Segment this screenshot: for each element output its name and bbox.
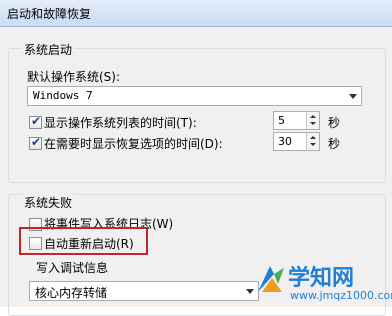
debug-info-value: 核心内存转储 <box>35 286 108 300</box>
show-os-list-unit: 秒 <box>328 116 341 130</box>
check-icon: ✔ <box>31 114 42 128</box>
spin-down-icon <box>310 122 316 125</box>
default-os-dropdown[interactable]: Windows 7 <box>27 86 362 106</box>
show-os-list-value: 5 <box>278 114 285 127</box>
auto-restart-highlight <box>19 227 148 255</box>
default-os-label: 默认操作系统(S): <box>27 70 121 84</box>
spinner-buttons[interactable] <box>306 133 319 150</box>
debug-info-dropdown[interactable]: 核心内存转储 <box>29 281 259 301</box>
watermark-main-text: 学知网 <box>288 266 355 291</box>
system-failure-title: 系统失败 <box>22 194 75 211</box>
show-recovery-value: 30 <box>278 135 292 148</box>
show-recovery-checkbox[interactable]: ✔ <box>29 135 42 150</box>
show-recovery-spinner[interactable]: 30 <box>273 132 320 151</box>
chevron-down-icon <box>349 94 357 99</box>
debug-info-title: 写入调试信息 <box>36 261 109 275</box>
spin-up-icon <box>310 115 316 118</box>
watermark-sub-text: www.jmqz1000.com <box>290 289 392 302</box>
show-os-list-spinner[interactable]: 5 <box>273 111 320 130</box>
watermark: 学知网 www.jmqz1000.com <box>248 258 392 307</box>
logo-icon <box>258 266 284 292</box>
show-recovery-unit: 秒 <box>328 137 341 151</box>
spin-up-icon <box>310 136 316 139</box>
default-os-value: Windows 7 <box>33 89 93 102</box>
show-os-list-label: 显示操作系统列表的时间(T): <box>44 116 197 130</box>
window-title: 启动和故障恢复 <box>7 7 92 21</box>
show-os-list-checkbox[interactable]: ✔ <box>29 114 42 129</box>
spinner-buttons[interactable] <box>306 112 319 129</box>
title-bar: 启动和故障恢复 <box>0 0 392 27</box>
show-recovery-label: 在需要时显示恢复选项的时间(D): <box>44 137 223 151</box>
system-startup-title: 系统启动 <box>22 41 75 58</box>
spin-down-icon <box>310 143 316 146</box>
check-icon: ✔ <box>31 135 42 149</box>
